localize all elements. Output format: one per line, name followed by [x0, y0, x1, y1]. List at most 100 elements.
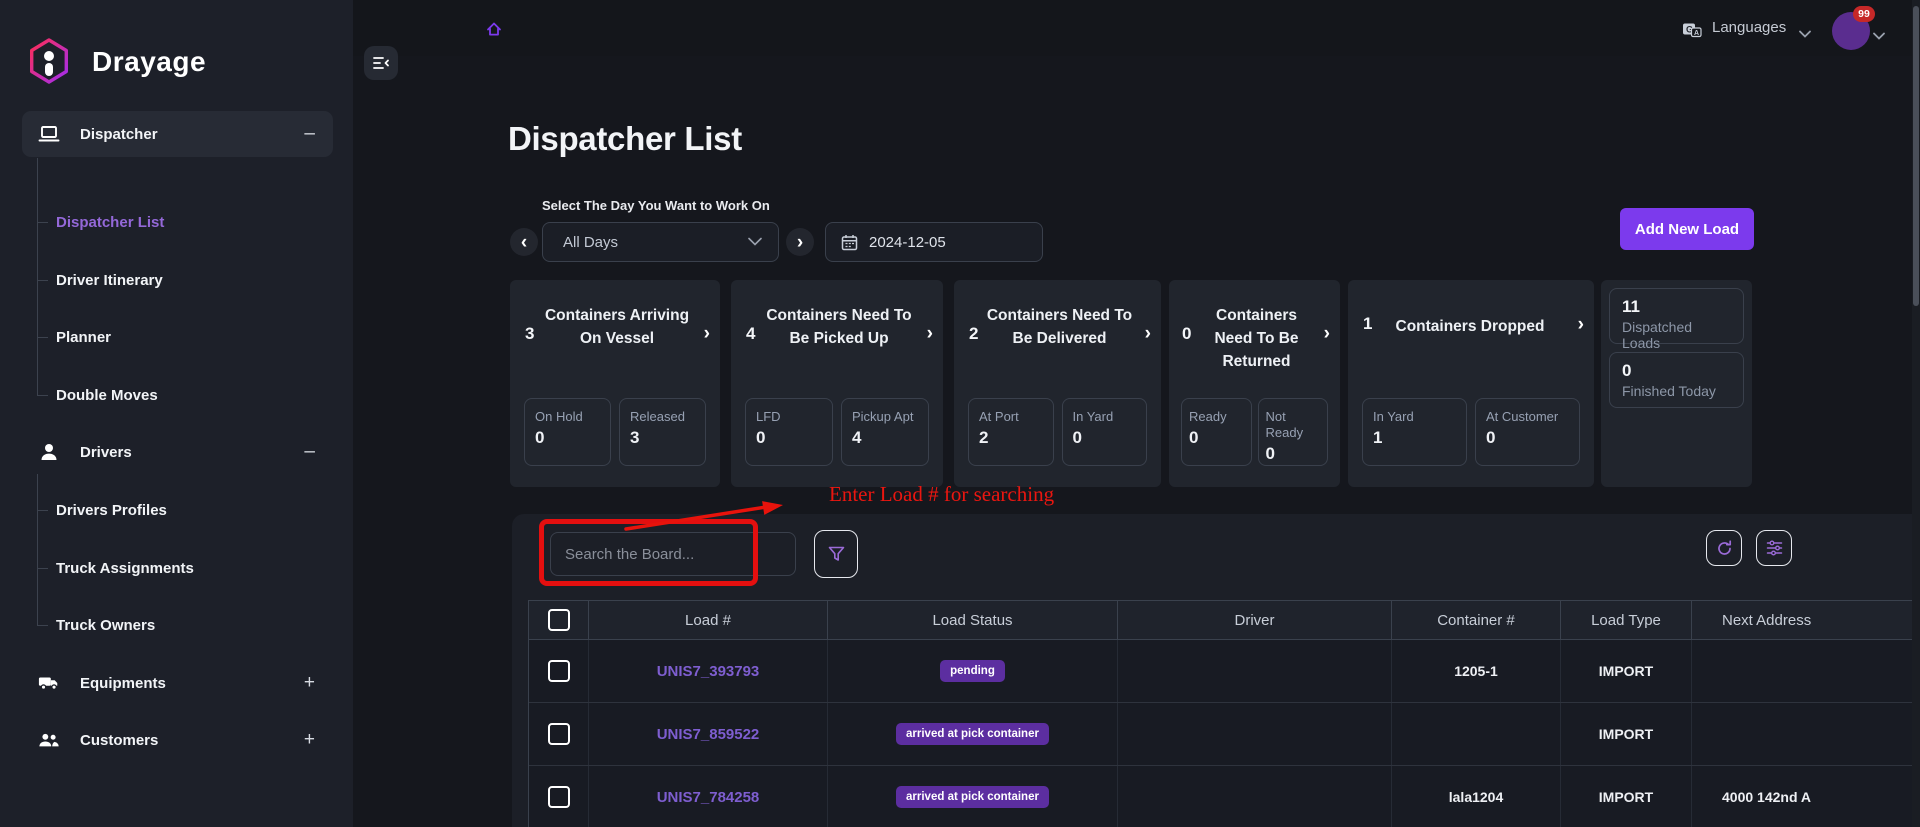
stat-title: Containers Need To Be Returned: [1214, 307, 1299, 370]
column-header-next-address[interactable]: Next Address: [1692, 601, 1920, 639]
stat-sub-ready: Ready 0: [1181, 398, 1252, 466]
sidebar-item-truck-owners[interactable]: Truck Owners: [37, 614, 310, 636]
refresh-icon: [1717, 539, 1731, 555]
sub-value: 3: [630, 428, 640, 447]
sidebar-item-planner[interactable]: Planner: [37, 326, 310, 348]
stat-count: 0: [1182, 324, 1192, 343]
sub-label: At Port: [979, 409, 1019, 424]
chevron-right-icon[interactable]: ›: [1324, 323, 1330, 345]
summary-label: Dispatched Loads: [1622, 319, 1693, 351]
summary-value: 0: [1622, 361, 1632, 380]
load-number-link[interactable]: UNIS7_393793: [657, 663, 760, 680]
stat-sub-on-hold: On Hold 0: [524, 398, 611, 466]
sidebar-collapse-button[interactable]: [364, 46, 398, 80]
sub-label: At Customer: [1486, 409, 1559, 424]
sub-label: Not Ready: [1265, 409, 1304, 440]
people-icon: [38, 729, 60, 751]
previous-day-button[interactable]: ‹: [510, 228, 538, 256]
chevron-right-icon[interactable]: ›: [704, 323, 710, 345]
stat-sub-at-port: At Port 2: [968, 398, 1054, 466]
stat-card-arriving-on-vessel: 3 Containers Arriving On Vessel › On Hol…: [510, 280, 720, 487]
stat-sub-in-yard: In Yard 1: [1362, 398, 1467, 466]
app-root: G A Languages 99 Drayage Dispatcher – Di…: [0, 0, 1920, 827]
annotation-text: Enter Load # for searching: [829, 482, 1055, 506]
languages-menu[interactable]: Languages: [1712, 19, 1786, 36]
page-title: Dispatcher List: [508, 120, 742, 157]
load-type-cell: IMPORT: [1598, 789, 1654, 805]
sidebar-item-double-moves[interactable]: Double Moves: [37, 384, 310, 406]
table-settings-button[interactable]: [1756, 530, 1792, 566]
stat-sub-in-yard: In Yard 0: [1061, 398, 1147, 466]
stat-count: 2: [969, 324, 979, 343]
table-row: UNIS7_393793 pending 1205-1 IMPORT: [529, 640, 1920, 703]
sub-value: 2: [979, 428, 989, 447]
row-checkbox[interactable]: [547, 723, 570, 745]
sub-label: Pickup Apt: [852, 409, 914, 424]
chevron-right-icon[interactable]: ›: [927, 323, 933, 345]
next-day-button[interactable]: ›: [786, 228, 814, 256]
sub-label: On Hold: [535, 409, 583, 424]
sidebar-item-label: Customers: [80, 731, 159, 749]
expand-toggle[interactable]: +: [304, 729, 315, 751]
refresh-button[interactable]: [1706, 530, 1742, 566]
annotation-arrow: [624, 501, 783, 531]
translate-icon: G A: [1682, 20, 1702, 45]
chevron-down-icon: [748, 233, 762, 251]
sub-value: 0: [535, 428, 545, 447]
sidebar-item-dispatcher[interactable]: Dispatcher –: [22, 111, 333, 157]
person-icon: [38, 441, 60, 463]
chevron-down-icon[interactable]: [1873, 27, 1885, 45]
sidebar-item-label: Drivers: [80, 443, 132, 461]
date-picker[interactable]: 2024-12-05: [825, 222, 1043, 262]
stat-card-dropped: 1 Containers Dropped › In Yard 1 At Cust…: [1348, 280, 1594, 487]
expand-toggle[interactable]: +: [304, 672, 315, 694]
load-number-link[interactable]: UNIS7_859522: [657, 726, 760, 743]
sub-label: Ready: [1189, 409, 1227, 424]
sidebar-item-equipments[interactable]: Equipments +: [22, 660, 333, 706]
sidebar-item-driver-itinerary[interactable]: Driver Itinerary: [37, 269, 310, 291]
column-header-driver[interactable]: Driver: [1118, 601, 1392, 639]
sidebar: Drayage Dispatcher – Dispatcher List Dri…: [0, 0, 353, 827]
sidebar-item-dispatcher-list[interactable]: Dispatcher List: [37, 211, 310, 233]
column-header-load-type[interactable]: Load Type: [1561, 601, 1692, 639]
status-badge: arrived at pick container: [896, 786, 1049, 808]
stat-count: 4: [746, 324, 756, 343]
filter-button[interactable]: [814, 530, 858, 578]
menu-collapse-icon: [373, 57, 389, 69]
row-checkbox[interactable]: [547, 660, 570, 682]
scrollbar-thumb[interactable]: [1913, 6, 1919, 306]
row-checkbox[interactable]: [547, 786, 570, 808]
sidebar-item-drivers-profiles[interactable]: Drivers Profiles: [37, 499, 310, 521]
add-new-load-button[interactable]: Add New Load: [1620, 208, 1754, 250]
home-icon[interactable]: [485, 20, 503, 43]
status-badge: pending: [940, 660, 1005, 682]
column-header-load-status[interactable]: Load Status: [828, 601, 1118, 639]
sidebar-item-drivers[interactable]: Drivers –: [22, 429, 333, 475]
laptop-icon: [38, 123, 60, 145]
sub-value: 0: [1265, 444, 1275, 463]
stat-sub-released: Released 3: [619, 398, 706, 466]
load-number-link[interactable]: UNIS7_784258: [657, 789, 760, 806]
chevron-right-icon[interactable]: ›: [1145, 323, 1151, 345]
sidebar-item-label: Equipments: [80, 674, 166, 692]
chevron-right-icon[interactable]: ›: [1578, 314, 1584, 336]
sub-label: Released: [630, 409, 685, 424]
load-type-cell: IMPORT: [1598, 663, 1654, 679]
sidebar-item-customers[interactable]: Customers +: [22, 717, 333, 763]
collapse-toggle[interactable]: –: [304, 123, 315, 145]
stat-sub-at-customer: At Customer 0: [1475, 398, 1580, 466]
sidebar-item-truck-assignments[interactable]: Truck Assignments: [37, 557, 310, 579]
day-select-value: All Days: [563, 233, 619, 251]
summary-finished-today: 0 Finished Today: [1609, 352, 1744, 408]
select-all-checkbox[interactable]: [547, 609, 570, 631]
column-header-container[interactable]: Container #: [1392, 601, 1561, 639]
svg-text:A: A: [1694, 30, 1699, 37]
sub-label: In Yard: [1373, 409, 1414, 424]
stat-card-returned: 0 Containers Need To Be Returned › Ready…: [1169, 280, 1340, 487]
column-header-load-number[interactable]: Load #: [589, 601, 828, 639]
notification-badge: 99: [1853, 6, 1875, 22]
day-select[interactable]: All Days: [542, 222, 779, 262]
stat-sub-not-ready: Not Ready 0: [1257, 398, 1328, 466]
collapse-toggle[interactable]: –: [304, 441, 315, 463]
brand-logo-icon: [26, 36, 72, 91]
